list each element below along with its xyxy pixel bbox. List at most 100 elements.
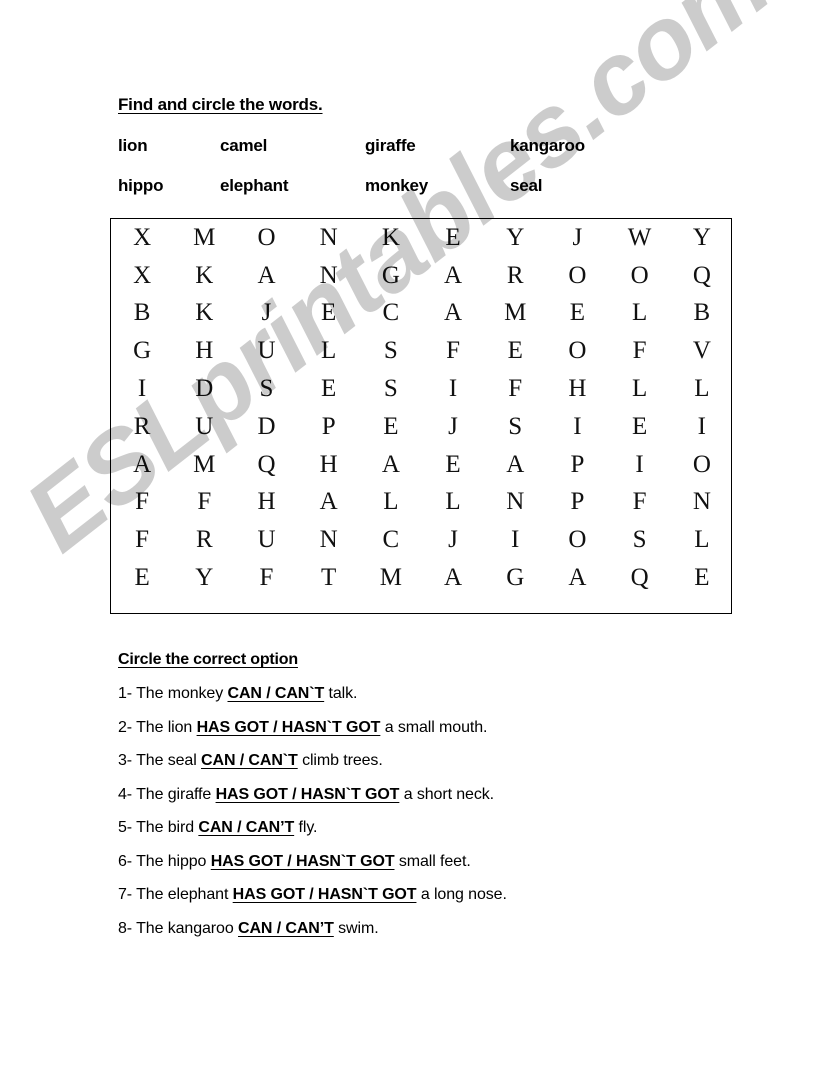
- word-search-cell[interactable]: J: [546, 219, 608, 257]
- word-search-cell[interactable]: E: [422, 219, 484, 257]
- word-search-cell[interactable]: M: [173, 219, 235, 257]
- word-search-cell[interactable]: P: [298, 408, 360, 446]
- word-search-cell[interactable]: V: [671, 332, 733, 370]
- word-search-cell[interactable]: G: [111, 332, 173, 370]
- word-search-cell[interactable]: X: [111, 257, 173, 295]
- word-search-cell[interactable]: A: [546, 559, 608, 597]
- word-search-cell[interactable]: I: [422, 370, 484, 408]
- question-option-choice[interactable]: CAN / CAN`T: [228, 685, 325, 702]
- word-search-cell[interactable]: F: [111, 521, 173, 559]
- word-search-cell[interactable]: H: [235, 484, 297, 522]
- word-search-cell[interactable]: A: [422, 559, 484, 597]
- word-search-cell[interactable]: S: [360, 370, 422, 408]
- word-search-cell[interactable]: L: [360, 484, 422, 522]
- word-search-cell[interactable]: Y: [173, 559, 235, 597]
- word-search-cell[interactable]: O: [235, 219, 297, 257]
- word-search-cell[interactable]: R: [111, 408, 173, 446]
- word-search-cell[interactable]: E: [546, 295, 608, 333]
- word-search-cell[interactable]: C: [360, 295, 422, 333]
- word-search-cell[interactable]: X: [111, 219, 173, 257]
- word-search-cell[interactable]: R: [173, 521, 235, 559]
- word-search-cell[interactable]: I: [484, 521, 546, 559]
- word-search-cell[interactable]: E: [360, 408, 422, 446]
- word-search-cell[interactable]: A: [298, 484, 360, 522]
- word-search-cell[interactable]: A: [422, 257, 484, 295]
- word-search-cell[interactable]: Y: [484, 219, 546, 257]
- word-search-cell[interactable]: L: [609, 295, 671, 333]
- word-search-cell[interactable]: U: [173, 408, 235, 446]
- word-search-cell[interactable]: E: [298, 370, 360, 408]
- word-search-cell[interactable]: I: [671, 408, 733, 446]
- word-search-cell[interactable]: J: [422, 408, 484, 446]
- word-search-cell[interactable]: M: [173, 446, 235, 484]
- word-search-cell[interactable]: N: [298, 521, 360, 559]
- word-search-cell[interactable]: L: [609, 370, 671, 408]
- word-search-cell[interactable]: O: [671, 446, 733, 484]
- question-option-choice[interactable]: HAS GOT / HASN`T GOT: [211, 853, 395, 870]
- word-search-cell[interactable]: H: [546, 370, 608, 408]
- word-search-cell[interactable]: A: [484, 446, 546, 484]
- word-search-cell[interactable]: A: [422, 295, 484, 333]
- word-search-cell[interactable]: I: [609, 446, 671, 484]
- word-search-cell[interactable]: O: [546, 521, 608, 559]
- word-search-cell[interactable]: F: [609, 332, 671, 370]
- word-search-cell[interactable]: P: [546, 446, 608, 484]
- word-search-cell[interactable]: F: [609, 484, 671, 522]
- word-search-cell[interactable]: M: [484, 295, 546, 333]
- word-search-cell[interactable]: N: [298, 219, 360, 257]
- word-search-cell[interactable]: S: [609, 521, 671, 559]
- word-search-cell[interactable]: F: [173, 484, 235, 522]
- word-search-cell[interactable]: D: [235, 408, 297, 446]
- word-search-cell[interactable]: N: [298, 257, 360, 295]
- word-search-cell[interactable]: F: [422, 332, 484, 370]
- word-search-cell[interactable]: E: [298, 295, 360, 333]
- word-search-cell[interactable]: P: [546, 484, 608, 522]
- word-search-cell[interactable]: E: [422, 446, 484, 484]
- word-search-cell[interactable]: M: [360, 559, 422, 597]
- word-search-cell[interactable]: Q: [671, 257, 733, 295]
- word-search-cell[interactable]: N: [671, 484, 733, 522]
- word-search-cell[interactable]: L: [422, 484, 484, 522]
- word-search-cell[interactable]: D: [173, 370, 235, 408]
- word-search-cell[interactable]: F: [484, 370, 546, 408]
- word-search-cell[interactable]: S: [484, 408, 546, 446]
- word-search-cell[interactable]: O: [546, 332, 608, 370]
- word-search-cell[interactable]: L: [671, 370, 733, 408]
- word-search-cell[interactable]: B: [111, 295, 173, 333]
- word-search-cell[interactable]: Q: [609, 559, 671, 597]
- word-search-cell[interactable]: I: [546, 408, 608, 446]
- word-search-cell[interactable]: F: [111, 484, 173, 522]
- word-search-cell[interactable]: L: [671, 521, 733, 559]
- word-search-cell[interactable]: T: [298, 559, 360, 597]
- word-search-cell[interactable]: A: [111, 446, 173, 484]
- word-search-cell[interactable]: H: [173, 332, 235, 370]
- word-search-cell[interactable]: G: [484, 559, 546, 597]
- word-search-cell[interactable]: J: [235, 295, 297, 333]
- word-search-cell[interactable]: Q: [235, 446, 297, 484]
- question-option-choice[interactable]: HAS GOT / HASN`T GOT: [197, 719, 381, 736]
- question-option-choice[interactable]: CAN / CAN’T: [238, 920, 334, 937]
- word-search-cell[interactable]: G: [360, 257, 422, 295]
- word-search-cell[interactable]: K: [173, 257, 235, 295]
- word-search-cell[interactable]: J: [422, 521, 484, 559]
- word-search-cell[interactable]: S: [235, 370, 297, 408]
- word-search-cell[interactable]: A: [235, 257, 297, 295]
- word-search-cell[interactable]: N: [484, 484, 546, 522]
- word-search-cell[interactable]: Y: [671, 219, 733, 257]
- word-search-cell[interactable]: I: [111, 370, 173, 408]
- question-option-choice[interactable]: CAN / CAN`T: [201, 752, 298, 769]
- word-search-cell[interactable]: U: [235, 332, 297, 370]
- word-search-cell[interactable]: C: [360, 521, 422, 559]
- question-option-choice[interactable]: CAN / CAN’T: [198, 819, 294, 836]
- word-search-cell[interactable]: E: [609, 408, 671, 446]
- word-search-cell[interactable]: U: [235, 521, 297, 559]
- word-search-cell[interactable]: B: [671, 295, 733, 333]
- question-option-choice[interactable]: HAS GOT / HASN`T GOT: [233, 886, 417, 903]
- word-search-cell[interactable]: A: [360, 446, 422, 484]
- word-search-cell[interactable]: K: [360, 219, 422, 257]
- word-search-cell[interactable]: K: [173, 295, 235, 333]
- word-search-cell[interactable]: O: [546, 257, 608, 295]
- word-search-cell[interactable]: H: [298, 446, 360, 484]
- word-search-cell[interactable]: O: [609, 257, 671, 295]
- word-search-cell[interactable]: E: [111, 559, 173, 597]
